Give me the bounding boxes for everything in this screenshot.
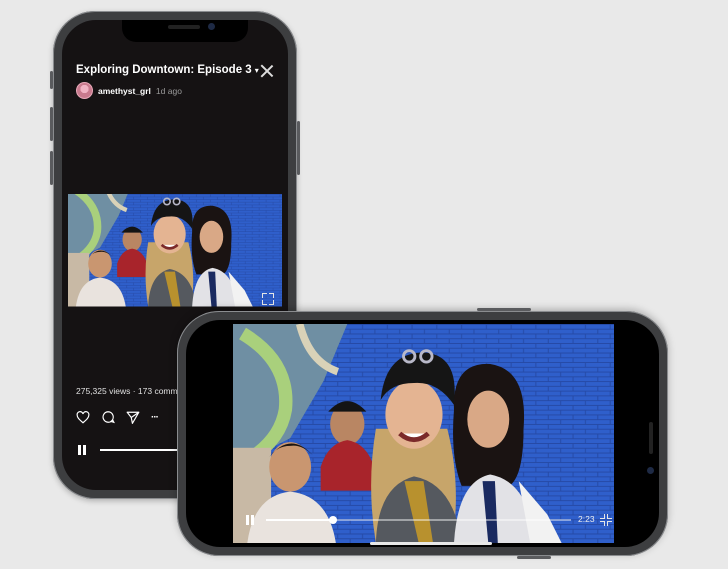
view-and-comment-count: 275,325 views · 173 comm xyxy=(76,386,178,396)
comment-icon[interactable] xyxy=(101,410,115,424)
username[interactable]: amethyst_grl xyxy=(98,86,151,96)
video-frame xyxy=(68,194,282,314)
avatar[interactable] xyxy=(76,82,93,99)
exit-fullscreen-icon[interactable] xyxy=(600,514,612,526)
chevron-down-icon: ▾ xyxy=(254,66,259,75)
speaker xyxy=(649,422,653,454)
video-title-dropdown[interactable]: Exploring Downtown: Episode 3 ▾ xyxy=(76,64,276,76)
side-button-volume-down xyxy=(50,151,53,185)
video-player[interactable] xyxy=(68,194,282,314)
fullscreen-video[interactable] xyxy=(233,324,614,543)
side-button-volume-up xyxy=(50,107,53,141)
close-icon[interactable] xyxy=(260,64,274,78)
share-icon[interactable] xyxy=(126,411,140,424)
pause-icon[interactable] xyxy=(246,515,254,525)
video-frame xyxy=(233,324,614,543)
like-icon[interactable] xyxy=(76,410,90,424)
front-camera xyxy=(647,467,654,474)
action-bar: ··· xyxy=(76,410,159,424)
video-title: Exploring Downtown: Episode 3 xyxy=(76,64,252,76)
notch xyxy=(122,20,248,42)
side-button-volume-up xyxy=(517,556,551,559)
video-header: Exploring Downtown: Episode 3 ▾ xyxy=(76,64,276,76)
speaker xyxy=(168,25,200,29)
side-button-silent xyxy=(50,71,53,89)
progress-track[interactable] xyxy=(266,516,571,524)
pause-icon[interactable] xyxy=(78,445,86,455)
landscape-playback-bar: 2:23 xyxy=(246,513,616,527)
fullscreen-icon[interactable] xyxy=(262,293,274,305)
progress-fill xyxy=(266,519,334,521)
more-icon[interactable]: ··· xyxy=(151,412,159,423)
posted-time: 1d ago xyxy=(155,85,182,96)
landscape-screen: 2:23 xyxy=(186,320,659,547)
side-button-power xyxy=(477,308,531,311)
side-button-power xyxy=(297,121,300,175)
landscape-phone: 2:23 xyxy=(177,308,668,559)
video-duration: 2:23 xyxy=(578,514,595,524)
home-indicator[interactable] xyxy=(370,542,492,545)
notch xyxy=(637,382,659,496)
author-row[interactable]: amethyst_grl 1d ago xyxy=(76,82,182,99)
front-camera xyxy=(208,23,215,30)
progress-scrubber[interactable] xyxy=(329,516,338,524)
